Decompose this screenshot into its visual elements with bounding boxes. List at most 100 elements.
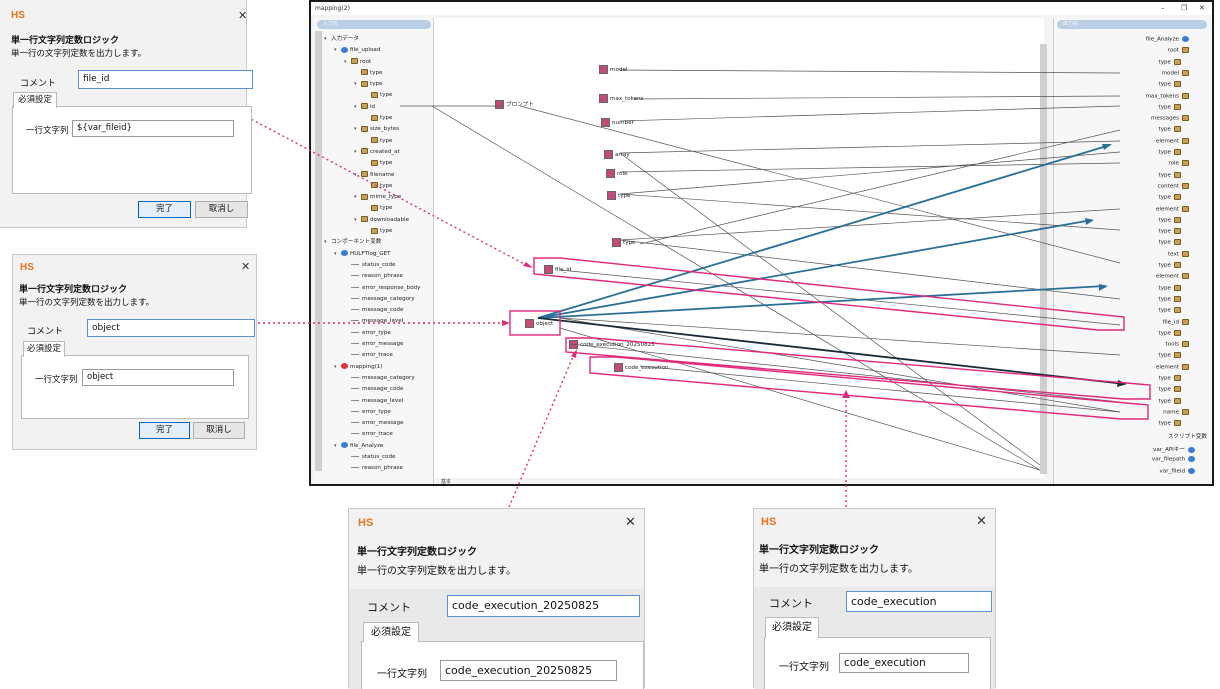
source-tree-item[interactable]: ▾ size_bytes <box>324 124 420 135</box>
cancel-button[interactable]: 取消し <box>195 201 248 218</box>
source-tree-item[interactable]: message_code <box>324 384 420 395</box>
close-icon[interactable]: ✕ <box>625 515 636 530</box>
node-code-execution[interactable]: code_execution <box>614 363 669 372</box>
source-tree-item[interactable]: status_code <box>324 260 420 271</box>
ok-button[interactable]: 完了 <box>138 201 191 218</box>
node-max-tokens[interactable]: max_tokens <box>599 94 644 103</box>
tab-required-settings[interactable]: 必須設定 <box>13 92 57 108</box>
target-tree-item[interactable]: element <box>1156 363 1191 370</box>
close-icon[interactable]: ✕ <box>1199 2 1205 15</box>
target-tree-item[interactable]: type <box>1159 386 1184 393</box>
source-tree-item[interactable]: error_type <box>324 407 420 418</box>
tab-required-settings[interactable]: 必須設定 <box>23 341 65 357</box>
node-object[interactable]: object <box>525 319 553 328</box>
chevron-down-icon[interactable]: ▾ <box>334 45 341 56</box>
source-tree-item[interactable]: ▾ filename <box>324 170 420 181</box>
tab-required-settings[interactable]: 必須設定 <box>765 617 819 638</box>
source-tree-item[interactable]: ▾ type <box>324 79 420 90</box>
chevron-down-icon[interactable]: ▾ <box>324 237 331 248</box>
target-tree-item[interactable]: type <box>1159 397 1184 404</box>
source-tree-item[interactable]: ▾ downloadable <box>324 215 420 226</box>
target-tree-item[interactable]: type <box>1159 149 1184 156</box>
script-var-item[interactable]: var_filepath <box>1152 456 1197 463</box>
target-tree-item[interactable]: messages <box>1151 115 1191 122</box>
script-var-item[interactable]: var_APIキー <box>1153 445 1197 453</box>
target-tree-item[interactable]: tools <box>1165 341 1191 348</box>
source-tree-item[interactable]: error_message <box>324 339 420 350</box>
target-tree-item[interactable]: element <box>1156 273 1191 280</box>
canvas-scrollbar[interactable] <box>1040 44 1047 474</box>
comment-input[interactable]: code_execution_20250825 <box>447 595 640 617</box>
target-tree-item[interactable]: max_tokens <box>1145 92 1191 99</box>
maximize-icon[interactable]: ❐ <box>1181 2 1187 15</box>
source-tree-item[interactable]: message_category <box>324 373 420 384</box>
close-icon[interactable]: ✕ <box>238 9 247 22</box>
string-input[interactable]: ${var_fileid} <box>72 120 234 137</box>
source-tree-item[interactable]: ▾ 入力データ <box>324 34 420 45</box>
ok-button[interactable]: 完了 <box>139 422 190 439</box>
source-tree-item[interactable]: type <box>324 181 420 192</box>
tab-required-settings[interactable]: 必須設定 <box>363 622 419 642</box>
minimize-icon[interactable]: – <box>1161 2 1165 15</box>
source-tree-item[interactable]: ▾ mapping(1) <box>324 362 420 373</box>
target-tree-item[interactable]: type <box>1159 228 1184 235</box>
chevron-down-icon[interactable]: ▾ <box>354 170 361 181</box>
source-tree-item[interactable]: ▾ コンポーネント変数 <box>324 237 420 248</box>
node-file-id[interactable]: file_id <box>544 265 571 274</box>
target-tree-item[interactable]: type <box>1159 194 1184 201</box>
source-tree-item[interactable]: message_level <box>324 396 420 407</box>
node-type-2[interactable]: type <box>612 238 636 247</box>
chevron-down-icon[interactable]: ▾ <box>354 79 361 90</box>
target-tree-item[interactable]: content <box>1158 182 1191 189</box>
node-model[interactable]: model <box>599 65 627 74</box>
target-tree-item[interactable]: type <box>1159 58 1184 65</box>
node-code-execution-20250825[interactable]: code_execution_20250825 <box>569 340 655 349</box>
string-input[interactable]: object <box>82 369 234 386</box>
target-tree-item[interactable]: type <box>1159 329 1184 336</box>
chevron-down-icon[interactable]: ▾ <box>354 192 361 203</box>
source-tree-item[interactable]: error_message <box>324 418 420 429</box>
chevron-down-icon[interactable]: ▾ <box>354 215 361 226</box>
target-tree-item[interactable]: type <box>1159 262 1184 269</box>
node-type-1[interactable]: type <box>607 191 631 200</box>
node-array[interactable]: array <box>604 150 630 159</box>
source-tree-item[interactable]: error_type <box>324 328 420 339</box>
target-tree-item[interactable]: name <box>1163 408 1191 415</box>
chevron-down-icon[interactable]: ▾ <box>344 57 351 68</box>
target-tree-item[interactable]: type <box>1159 284 1184 291</box>
source-tree-item[interactable]: reason_phrase <box>324 463 420 474</box>
node-prompt[interactable]: プロンプト <box>495 100 534 109</box>
source-tree-item[interactable]: type <box>324 226 420 237</box>
source-tree-item[interactable]: ▾ file_Analyze <box>324 441 420 452</box>
string-input[interactable]: code_execution <box>839 653 969 673</box>
node-role[interactable]: role <box>606 169 628 178</box>
close-icon[interactable]: ✕ <box>976 514 987 529</box>
chevron-down-icon[interactable]: ▾ <box>354 147 361 158</box>
chevron-down-icon[interactable]: ▾ <box>334 249 341 260</box>
source-tree-item[interactable]: type <box>324 113 420 124</box>
source-tree-item[interactable]: message_level <box>324 316 420 327</box>
target-tree-item[interactable]: type <box>1159 126 1184 133</box>
chevron-down-icon[interactable]: ▾ <box>334 362 341 373</box>
source-tree-item[interactable]: ▾ root <box>324 57 420 68</box>
target-tree-item[interactable]: model <box>1162 69 1191 76</box>
source-tree-item[interactable]: ▾ HULFTlog_GET <box>324 249 420 260</box>
cancel-button[interactable]: 取消し <box>193 422 245 439</box>
mapping-canvas[interactable] <box>434 18 1047 478</box>
source-tree-item[interactable]: error_trace <box>324 350 420 361</box>
source-tree-item[interactable]: type <box>324 90 420 101</box>
target-tree-item[interactable]: type <box>1159 103 1184 110</box>
target-tree-item[interactable]: type <box>1159 307 1184 314</box>
source-tree-item[interactable]: message_code <box>324 305 420 316</box>
source-tree-item[interactable]: ▾ created_at <box>324 147 420 158</box>
source-tree-item[interactable]: status_code <box>324 452 420 463</box>
node-number[interactable]: number <box>601 118 634 127</box>
source-tree-item[interactable]: type <box>324 158 420 169</box>
source-tree-item[interactable]: type <box>324 68 420 79</box>
chevron-down-icon[interactable]: ▾ <box>354 124 361 135</box>
target-tree-item[interactable]: type <box>1159 352 1184 359</box>
source-tree-item[interactable]: ▾ mime_type <box>324 192 420 203</box>
source-tree-item[interactable]: type <box>324 136 420 147</box>
source-tree-item[interactable]: ▾ id <box>324 102 420 113</box>
source-tree-item[interactable]: ▾ file_upload <box>324 45 420 56</box>
